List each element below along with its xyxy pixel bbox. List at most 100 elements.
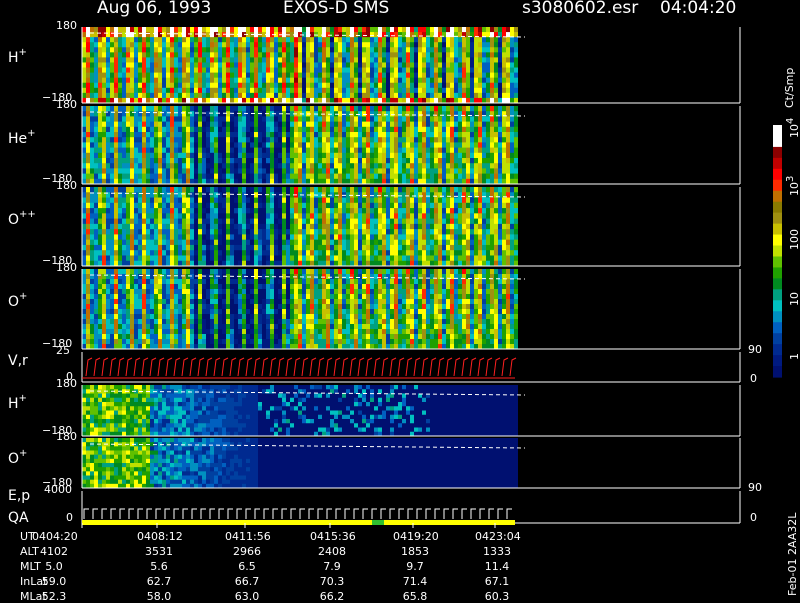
spectrogram-cell (446, 88, 450, 94)
spectrogram-cell (122, 250, 126, 256)
spectrogram-cell (358, 127, 362, 133)
spectrogram-cell (230, 148, 234, 154)
spectrogram-cell (102, 153, 106, 159)
spectrogram-cell (406, 127, 410, 133)
spectrogram-cell (470, 116, 474, 122)
spectrogram-cell (406, 158, 410, 164)
spectrogram-cell (150, 52, 154, 58)
spectrogram-cell (234, 158, 238, 164)
spectrogram-cell (382, 42, 386, 48)
spectrogram-cell (246, 88, 250, 94)
spectrogram-cell (314, 47, 318, 53)
spectrogram-cell (118, 224, 122, 230)
spectrogram-cell (470, 187, 474, 193)
spectrogram-cell (438, 62, 442, 68)
spectrogram-cell (242, 111, 246, 117)
spectrogram-cell (446, 62, 450, 68)
spectrogram-cell (154, 208, 158, 214)
spectrogram-cell (130, 234, 134, 240)
spectrogram-cell (194, 78, 198, 84)
spectrogram-cell (274, 168, 278, 174)
spectrogram-cell (402, 174, 406, 180)
spectrogram-cell (250, 187, 254, 193)
spectrogram-cell (86, 142, 90, 148)
spectrogram-cell (278, 52, 282, 58)
spectrogram-cell (274, 42, 278, 48)
spectrogram-cell (150, 213, 154, 219)
spectrogram-cell (230, 78, 234, 84)
spectrogram-cell (514, 73, 518, 79)
spectrogram-cell (410, 187, 414, 193)
spectrogram-cell (162, 93, 166, 99)
spectrogram-cell (358, 187, 362, 193)
spectrogram-cell (226, 187, 230, 193)
spectrogram-cell (474, 234, 478, 240)
spectrogram-cell (162, 122, 166, 128)
spectrogram-cell (458, 52, 462, 58)
spectrogram-cell (394, 47, 398, 53)
spectrogram-cell (82, 289, 86, 295)
spectrogram-cell (382, 47, 386, 53)
spectrogram-cell (354, 116, 358, 122)
spectrogram-cell (298, 142, 302, 148)
spectrogram-cell (478, 255, 482, 261)
spectrogram-cell (418, 83, 422, 89)
spectrogram-cell (230, 203, 234, 209)
spectrogram-cell (418, 137, 422, 143)
spectrogram-cell (114, 208, 118, 214)
spectrogram-cell (510, 47, 514, 53)
spectrogram-cell (278, 234, 282, 240)
spectrogram-cell (294, 142, 298, 148)
spectrogram-cell (306, 240, 310, 246)
spectrogram-cell (290, 93, 294, 99)
spectrogram-cell (186, 192, 190, 198)
spectrogram-cell (450, 224, 454, 230)
spectrogram-cell (190, 208, 194, 214)
spectrogram-cell (358, 132, 362, 138)
spectrogram-cell (466, 153, 470, 159)
spectrogram-cell (346, 158, 350, 164)
spectrogram-cell (386, 198, 390, 204)
spectrogram-cell (230, 62, 234, 68)
spectrogram-cell (382, 137, 386, 143)
spectrogram-cell (490, 62, 494, 68)
spectrogram-cell (282, 174, 286, 180)
spectrogram-cell (98, 208, 102, 214)
spectrogram-cell (98, 42, 102, 48)
spectrogram-cell (334, 106, 338, 112)
spectrogram-cell (162, 83, 166, 89)
spectrogram-cell (486, 174, 490, 180)
spectrogram-cell (474, 219, 478, 225)
spectrogram-cell (94, 208, 98, 214)
spectrogram-cell (90, 294, 94, 300)
spectrogram-cell (326, 198, 330, 204)
spectrogram-cell (390, 37, 394, 43)
spectrogram-cell (370, 168, 374, 174)
spectrogram-cell (462, 219, 466, 225)
spectrogram-cell (426, 240, 430, 246)
spectrogram-cell (82, 62, 86, 68)
spectrogram-cell (234, 163, 238, 169)
spectrogram-cell (326, 27, 330, 33)
spectrogram-cell (198, 132, 202, 138)
spectrogram-cell (514, 68, 518, 74)
spectrogram-cell (174, 163, 178, 169)
spectrogram-cell (294, 106, 298, 112)
spectrogram-cell (246, 111, 250, 117)
spectrogram-cell (462, 168, 466, 174)
spectrogram-cell (318, 142, 322, 148)
spectrogram-cell (338, 68, 342, 74)
spectrogram-cell (226, 73, 230, 79)
spectrogram-cell (82, 213, 86, 219)
spectrogram-cell (238, 234, 242, 240)
spectrogram-cell (222, 203, 226, 209)
spectrogram-cell (414, 198, 418, 204)
spectrogram-cell (170, 224, 174, 230)
spectrogram-cell (206, 47, 210, 53)
spectrogram-cell (190, 255, 194, 261)
spectrogram-cell (290, 163, 294, 169)
spectrogram-cell (338, 158, 342, 164)
spectrogram-cell (254, 245, 258, 251)
spectrogram-cell (146, 213, 150, 219)
spectrogram-cell (254, 203, 258, 209)
